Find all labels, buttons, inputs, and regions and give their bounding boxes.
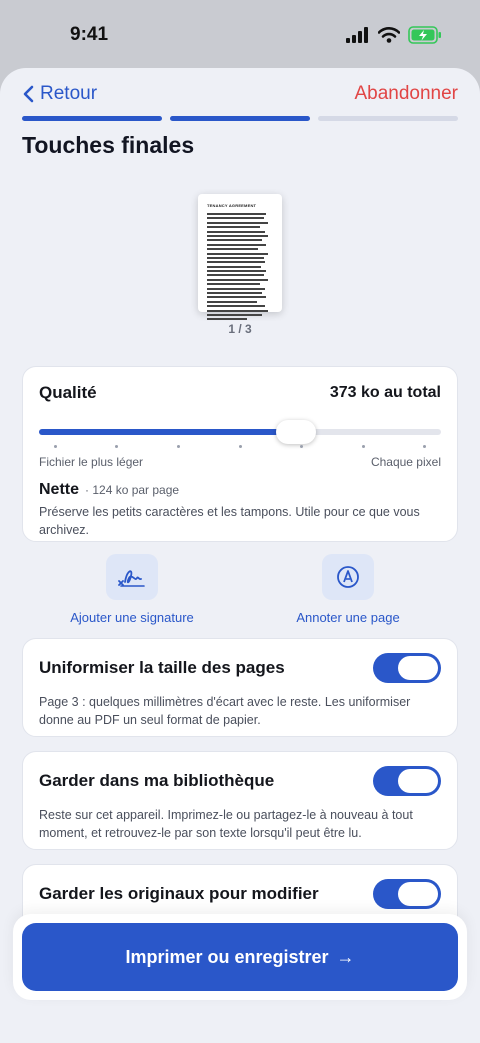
signature-icon [118,570,145,587]
document-preview-line [207,287,266,290]
back-button[interactable]: Retour [22,83,97,105]
print-or-save-label: Imprimer ou enregistrer [125,946,329,967]
document-preview-line [207,278,268,281]
battery-charging-icon [408,26,441,44]
add-signature-icon-box [106,554,158,600]
wifi-icon [378,27,400,43]
quality-description: Préserve les petits caractères et les ta… [39,505,420,537]
slider-ticks [39,445,441,449]
document-preview-line [207,248,259,251]
annotate-page-label: Annoter une page [296,610,400,625]
pen-circle-icon [337,566,359,588]
slider-thumb[interactable] [276,420,317,444]
annotate-icon-box [322,554,374,600]
page-title: Touches finales [22,132,195,158]
document-preview-line [207,213,267,215]
document-preview-line [207,234,268,237]
document-preview-line [207,300,258,303]
normalize-page-size-switch[interactable] [373,653,441,683]
document-preview-heading: TENANCY AGREEMENT [207,203,257,208]
document-preview-line [207,274,264,277]
document-actions: Ajouter une signature Annoter une page [22,554,458,626]
progress-segment [170,116,310,121]
print-or-save-button[interactable]: Imprimer ou enregistrer → [22,923,458,991]
status-bar: 9:41 [0,0,480,70]
document-preview-line [207,243,267,246]
document-preview-line [207,265,262,268]
switch-knob [398,769,438,793]
abandon-button[interactable]: Abandonner [354,83,458,105]
slider-tick [361,445,365,448]
nav-bar: Retour Abandonner [22,80,458,108]
slider-tick [53,445,57,448]
quality-card: Qualité 373 ko au total Fichier le plus … [22,366,458,542]
normalize-page-size-card: Uniformiser la taille des pages Page 3 :… [22,638,458,737]
document-preview-line [207,283,260,286]
quality-per-page: · 124 ko par page [85,483,180,497]
action-footer: Imprimer ou enregistrer → [13,914,467,1000]
keep-in-library-description: Reste sur cet appareil. Imprimez-le ou p… [39,808,413,840]
document-preview-line [207,318,247,321]
document-preview-line [207,221,268,224]
back-label: Retour [40,83,98,104]
keep-originals-switch[interactable] [373,879,441,909]
document-preview-line [207,313,263,316]
slider-tick [115,445,119,448]
progress-segment [22,116,162,121]
keep-originals-title: Garder les originaux pour modifier [39,884,319,903]
keep-in-library-switch[interactable] [373,766,441,796]
document-preview-line [207,305,266,308]
quality-level-name: Nette [39,481,80,498]
progress-segment [318,116,458,121]
normalize-page-size-title: Uniformiser la taille des pages [39,658,285,677]
document-preview-line [207,230,266,233]
slider-min-label: Fichier le plus léger [39,455,144,469]
slider-max-label: Chaque pixel [370,455,441,469]
document-preview-line [207,239,263,242]
keep-in-library-card: Garder dans ma bibliothèque Reste sur ce… [22,751,458,850]
document-preview-line [207,217,264,220]
normalize-page-size-description: Page 3 : quelques millimètres d'écart av… [39,695,411,727]
document-preview-line [207,270,267,273]
chevron-left-icon [23,85,34,103]
slider-tick [176,445,180,448]
quality-total-size: 373 ko au total [329,384,441,401]
document-preview-line [207,252,268,255]
document-preview-line [207,309,268,312]
annotate-page-button[interactable]: Annoter une page [248,554,448,625]
add-signature-button[interactable]: Ajouter une signature [32,554,232,625]
finishing-sheet: Retour Abandonner Touches finales TENANC… [0,68,480,1043]
status-icons [346,26,442,44]
slider-tick [238,445,242,448]
document-preview-line [207,226,260,229]
add-signature-label: Ajouter une signature [70,610,194,625]
document-preview-line [207,261,266,264]
keep-in-library-title: Garder dans ma bibliothèque [39,771,275,790]
document-preview-line [207,256,264,259]
slider-fill [39,429,297,435]
cellular-signal-icon [346,27,368,43]
document-preview-line [207,296,267,299]
arrow-right-icon: → [336,946,355,967]
status-time: 9:41 [70,24,109,45]
slider-tick [423,445,427,448]
document-preview[interactable]: TENANCY AGREEMENT [198,194,282,321]
step-progress [22,116,458,121]
page-indicator: 1 / 3 [228,322,252,336]
quality-slider[interactable] [39,420,441,444]
slider-tick [300,445,304,448]
switch-knob [398,656,438,680]
document-preview-line [207,292,263,295]
switch-knob [398,882,438,906]
quality-label: Qualité [39,383,97,402]
